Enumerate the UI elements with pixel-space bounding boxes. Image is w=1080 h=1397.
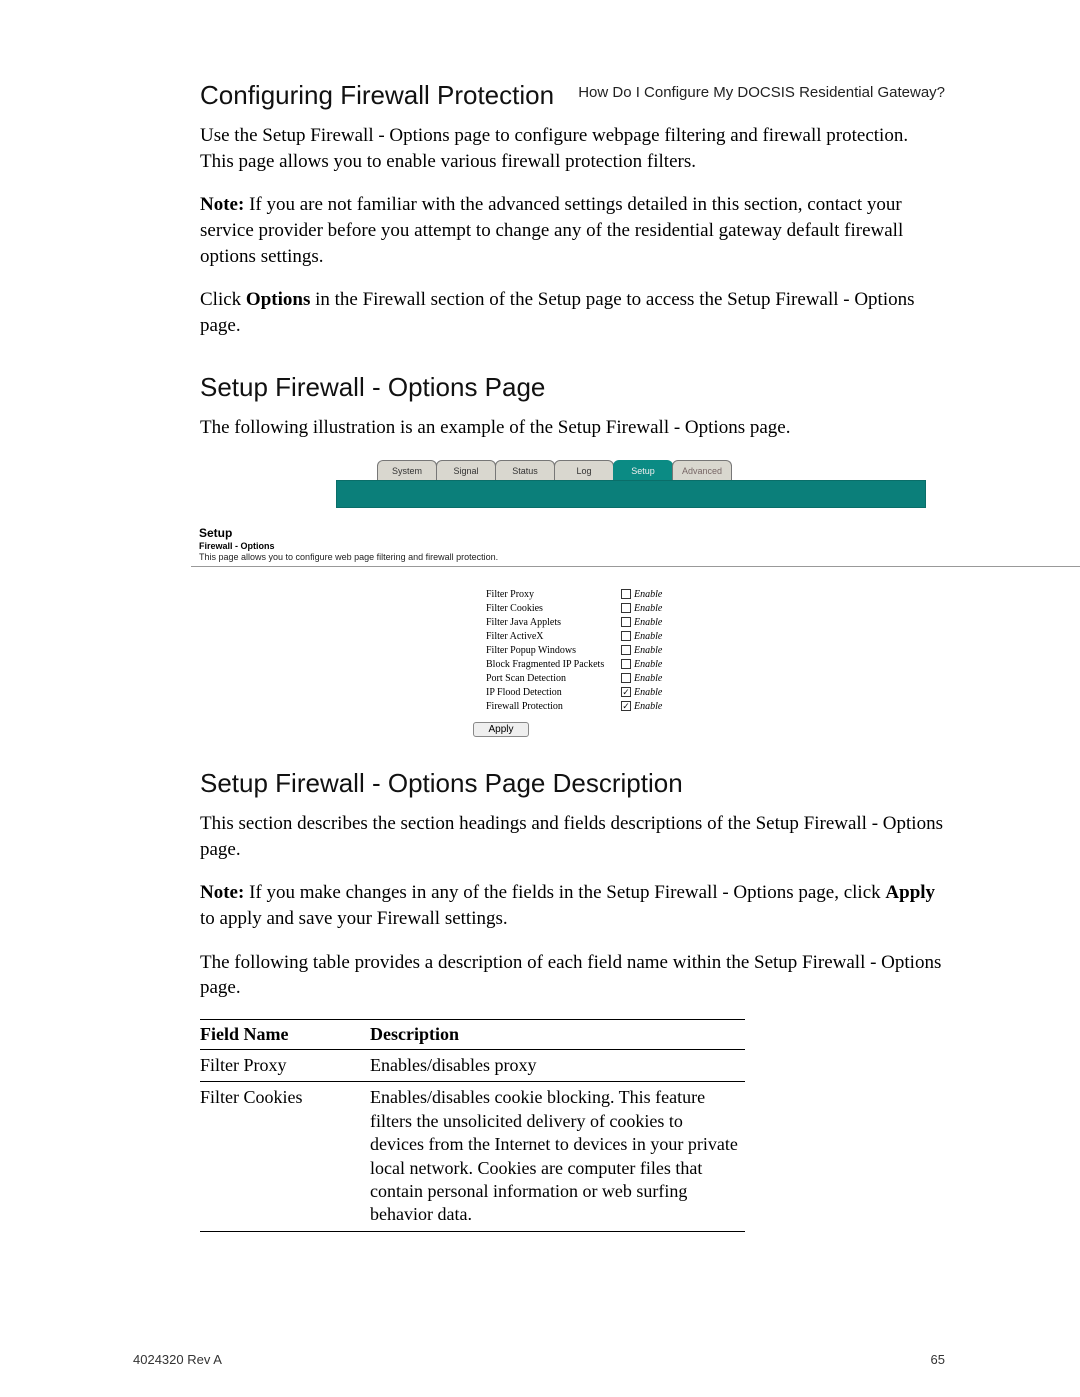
td-description: Enables/disables cookie blocking. This f…	[370, 1086, 745, 1226]
page: How Do I Configure My DOCSIS Residential…	[0, 0, 1080, 1397]
intro-paragraph-1: Use the Setup Firewall - Options page to…	[200, 123, 945, 174]
tab-log[interactable]: Log	[554, 460, 614, 480]
option-row: Filter ActiveX Enable	[486, 629, 916, 643]
option-label: Block Fragmented IP Packets	[486, 659, 621, 670]
enable-label: Enable	[634, 631, 662, 642]
options-word: Options	[246, 289, 310, 310]
option-row: Filter Popup Windows Enable	[486, 643, 916, 657]
tab-bar: SystemSignalStatusLogSetupAdvanced	[377, 460, 916, 480]
active-tab-band	[336, 480, 926, 508]
td-field-name: Filter Cookies	[200, 1086, 370, 1226]
option-label: Port Scan Detection	[486, 673, 621, 684]
enable-checkbox[interactable]	[621, 659, 631, 669]
enable-checkbox[interactable]	[621, 631, 631, 641]
td-description: Enables/disables proxy	[370, 1054, 745, 1077]
enable-label: Enable	[634, 603, 662, 614]
td-field-name: Filter Proxy	[200, 1054, 370, 1077]
enable-label: Enable	[634, 701, 662, 712]
shot-description: This page allows you to configure web pa…	[199, 552, 916, 562]
option-row: IP Flood Detection Enable	[486, 685, 916, 699]
shot-subtitle: Firewall - Options	[199, 541, 916, 551]
desc-intro: This section describes the section headi…	[200, 811, 945, 862]
enable-label: Enable	[634, 687, 662, 698]
enable-checkbox[interactable]	[621, 701, 631, 711]
option-label: Filter Java Applets	[486, 617, 621, 628]
intro-click-options: Click Options in the Firewall section of…	[200, 287, 945, 338]
tab-setup[interactable]: Setup	[613, 460, 673, 480]
tab-advanced[interactable]: Advanced	[672, 460, 732, 480]
enable-checkbox[interactable]	[621, 673, 631, 683]
field-description-table: Field Name Description Filter ProxyEnabl…	[200, 1019, 745, 1232]
note-label-2: Note:	[200, 882, 244, 903]
option-row: Block Fragmented IP Packets Enable	[486, 657, 916, 671]
divider	[191, 566, 1080, 567]
option-label: Filter Cookies	[486, 603, 621, 614]
enable-checkbox[interactable]	[621, 687, 631, 697]
enable-label: Enable	[634, 617, 662, 628]
enable-label: Enable	[634, 673, 662, 684]
note-label: Note:	[200, 194, 244, 215]
enable-checkbox[interactable]	[621, 603, 631, 613]
enable-checkbox[interactable]	[621, 589, 631, 599]
shot-title: Setup	[199, 526, 916, 540]
apply-word: Apply	[885, 882, 935, 903]
table-header-row: Field Name Description	[200, 1019, 745, 1050]
tab-status[interactable]: Status	[495, 460, 555, 480]
option-label: Filter Popup Windows	[486, 645, 621, 656]
page-number: 65	[931, 1352, 945, 1367]
enable-checkbox[interactable]	[621, 645, 631, 655]
apply-button[interactable]: Apply	[473, 722, 528, 737]
illustration-caption: The following illustration is an example…	[200, 415, 945, 441]
option-label: IP Flood Detection	[486, 687, 621, 698]
firewall-options-screenshot: SystemSignalStatusLogSetupAdvanced Setup…	[190, 459, 917, 738]
heading-options-page: Setup Firewall - Options Page	[200, 372, 945, 403]
running-head: How Do I Configure My DOCSIS Residential…	[578, 84, 945, 101]
enable-checkbox[interactable]	[621, 617, 631, 627]
table-row: Filter ProxyEnables/disables proxy	[200, 1050, 745, 1082]
option-label: Filter Proxy	[486, 589, 621, 600]
option-label: Firewall Protection	[486, 701, 621, 712]
page-footer: 4024320 Rev A 65	[133, 1352, 945, 1367]
doc-id: 4024320 Rev A	[133, 1352, 222, 1367]
options-list: Filter ProxyEnableFilter CookiesEnableFi…	[486, 587, 916, 713]
enable-label: Enable	[634, 589, 662, 600]
option-row: Filter Java Applets Enable	[486, 615, 916, 629]
tab-signal[interactable]: Signal	[436, 460, 496, 480]
option-label: Filter ActiveX	[486, 631, 621, 642]
option-row: Filter Proxy Enable	[486, 587, 916, 601]
th-description: Description	[370, 1024, 745, 1045]
option-row: Firewall Protection Enable	[486, 699, 916, 713]
option-row: Port Scan Detection Enable	[486, 671, 916, 685]
enable-label: Enable	[634, 645, 662, 656]
note-text: If you are not familiar with the advance…	[200, 194, 903, 266]
desc-table-intro: The following table provides a descripti…	[200, 950, 945, 1001]
desc-note: Note: If you make changes in any of the …	[200, 880, 945, 931]
table-row: Filter CookiesEnables/disables cookie bl…	[200, 1082, 745, 1231]
option-row: Filter Cookies Enable	[486, 601, 916, 615]
intro-note: Note: If you are not familiar with the a…	[200, 192, 945, 269]
heading-description: Setup Firewall - Options Page Descriptio…	[200, 768, 945, 799]
enable-label: Enable	[634, 659, 662, 670]
tab-system[interactable]: System	[377, 460, 437, 480]
th-field-name: Field Name	[200, 1024, 370, 1045]
